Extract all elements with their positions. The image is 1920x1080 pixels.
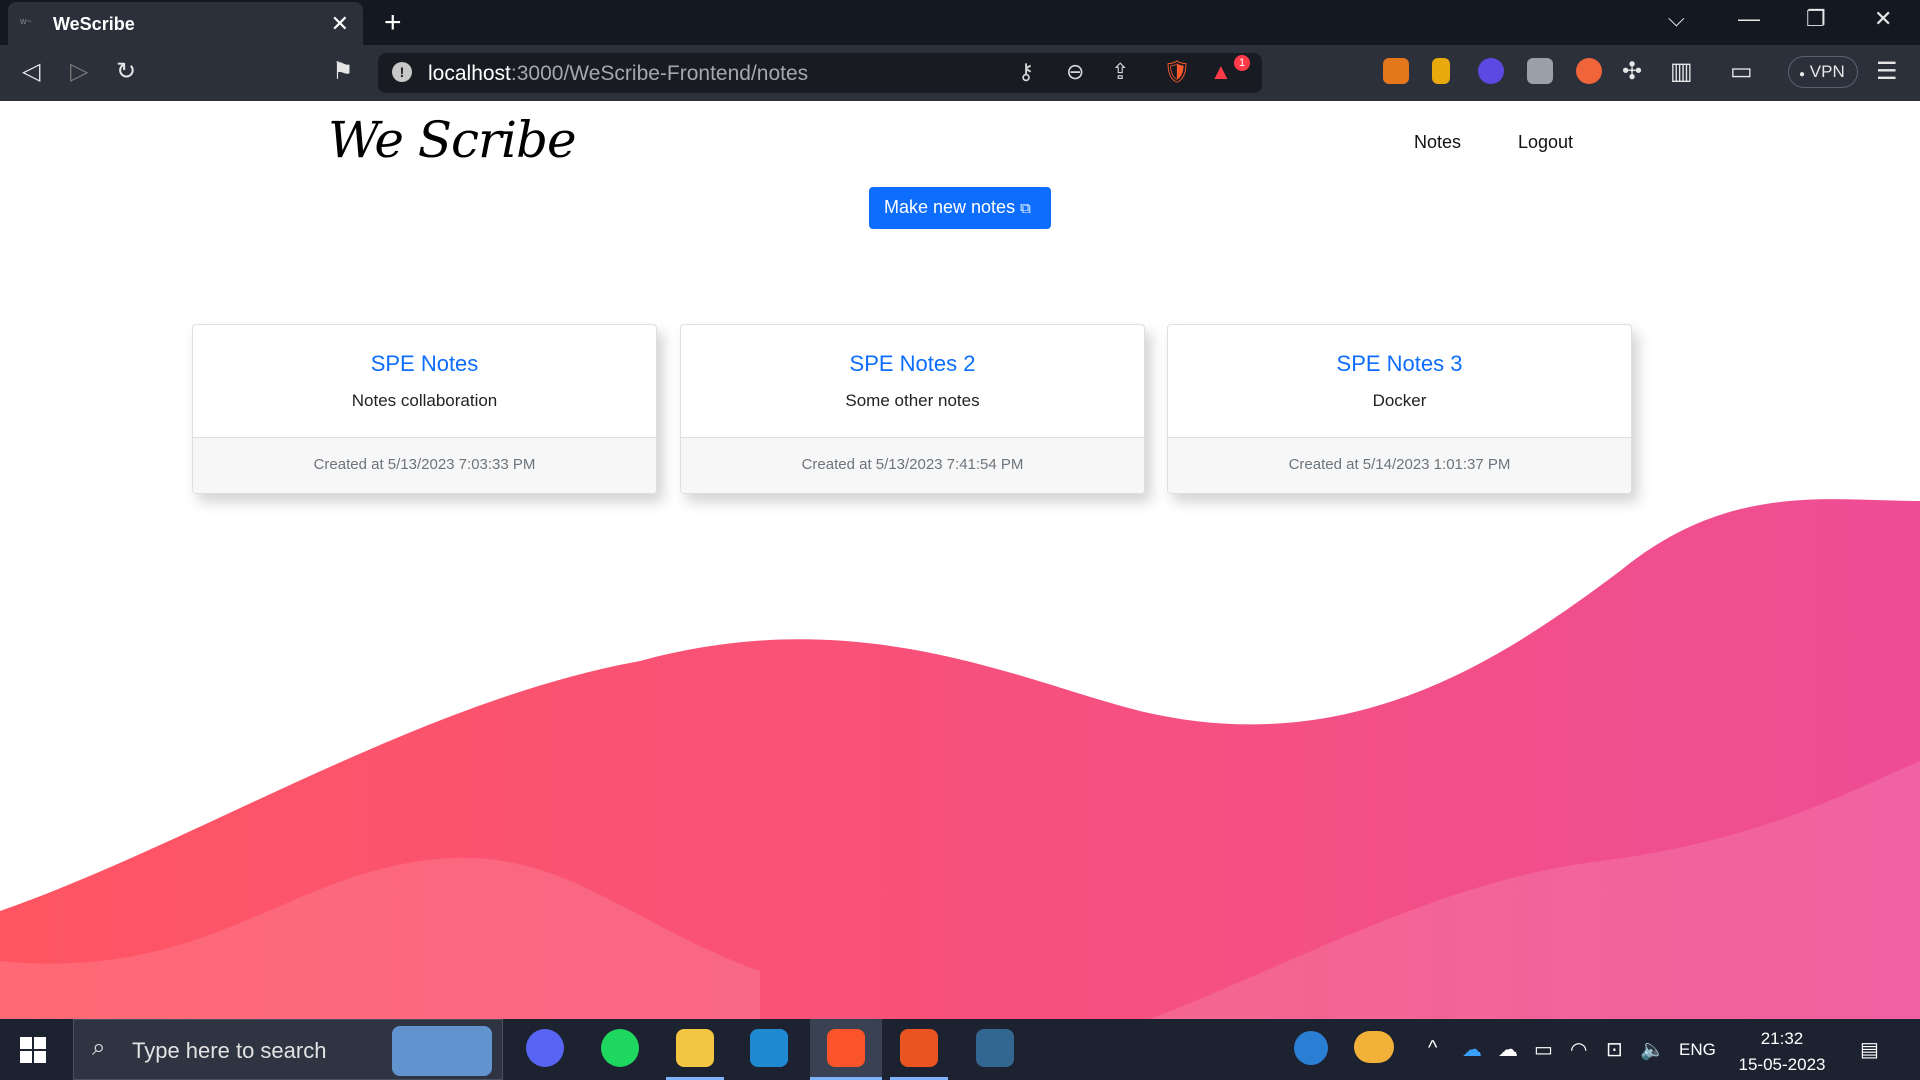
note-title[interactable]: SPE Notes 3 bbox=[1168, 351, 1631, 377]
web-page: We Scribe Notes Logout Make new notes ⧉ … bbox=[0, 101, 1920, 1019]
reload-icon[interactable]: ↻ bbox=[116, 57, 136, 86]
note-title[interactable]: SPE Notes 2 bbox=[681, 351, 1144, 377]
show-hidden-icons-chevron-icon[interactable]: ^ bbox=[1428, 1037, 1437, 1060]
site-info-icon[interactable]: ! bbox=[392, 62, 412, 82]
note-title[interactable]: SPE Notes bbox=[193, 351, 656, 377]
tab-search-chevron-icon[interactable]: ⌵ bbox=[1668, 6, 1685, 32]
new-tab-icon[interactable]: + bbox=[384, 6, 402, 40]
metamask-extension-icon[interactable] bbox=[1383, 58, 1409, 84]
clock-date: 15-05-2023 bbox=[1738, 1055, 1826, 1074]
windows-start-icon[interactable] bbox=[20, 1037, 46, 1063]
note-description: Some other notes bbox=[845, 391, 980, 410]
address-bar[interactable]: ! localhost:3000/WeScribe-Frontend/notes… bbox=[378, 53, 1262, 93]
ubuntu-app-icon[interactable] bbox=[900, 1029, 938, 1067]
discord-app-icon[interactable] bbox=[526, 1029, 564, 1067]
close-tab-icon[interactable]: ✕ bbox=[331, 11, 349, 37]
menu-icon[interactable]: ☰ bbox=[1876, 57, 1898, 86]
extensions-puzzle-icon[interactable]: ✣ bbox=[1622, 57, 1642, 86]
brave-app-icon[interactable] bbox=[827, 1029, 865, 1067]
url-text[interactable]: localhost:3000/WeScribe-Frontend/notes bbox=[428, 62, 808, 86]
note-card[interactable]: SPE Notes Notes collaboration Created at… bbox=[192, 324, 657, 494]
face-extension-icon[interactable] bbox=[1576, 58, 1602, 84]
system-clock[interactable]: 21:32 15-05-2023 bbox=[1732, 1026, 1832, 1078]
windows-taskbar: ⌕ Type here to search ^ ☁ ☁ ▭ ◠ ⊡ 🔈 ENG … bbox=[0, 1019, 1920, 1080]
highlighter-extension-icon[interactable] bbox=[1432, 58, 1450, 84]
image-extension-icon[interactable] bbox=[1527, 58, 1553, 84]
vpn-button[interactable]: ● VPN bbox=[1788, 56, 1858, 88]
file-explorer-app-icon[interactable] bbox=[676, 1029, 714, 1067]
vpn-label: VPN bbox=[1809, 62, 1845, 81]
minimize-icon[interactable]: — bbox=[1738, 6, 1760, 32]
brave-rewards-icon[interactable]: ▲ bbox=[1210, 59, 1232, 85]
url-path: :3000/WeScribe-Frontend/notes bbox=[510, 62, 809, 85]
bookmark-icon[interactable]: ⚑ bbox=[332, 57, 354, 86]
power-status-icon[interactable]: ⊡ bbox=[1606, 1037, 1623, 1062]
volume-icon[interactable]: 🔈 bbox=[1640, 1037, 1665, 1062]
window-close-icon[interactable]: ✕ bbox=[1874, 6, 1892, 32]
nav-notes-link[interactable]: Notes bbox=[1414, 132, 1461, 153]
url-host: localhost bbox=[428, 62, 511, 85]
back-icon[interactable]: ◁ bbox=[22, 57, 40, 86]
note-card[interactable]: SPE Notes 3 Docker Created at 5/14/2023 … bbox=[1167, 324, 1632, 494]
zoom-icon[interactable]: ⊖ bbox=[1066, 59, 1084, 85]
note-created-at: Created at 5/14/2023 1:01:37 PM bbox=[1168, 437, 1631, 493]
notification-badge: 1 bbox=[1234, 55, 1250, 71]
sidebar-icon[interactable]: ▥ bbox=[1670, 57, 1693, 86]
share-icon[interactable]: ⇪ bbox=[1111, 59, 1129, 85]
note-created-at: Created at 5/13/2023 7:03:33 PM bbox=[193, 437, 656, 493]
onedrive-icon[interactable]: ☁ bbox=[1462, 1037, 1482, 1062]
note-card[interactable]: SPE Notes 2 Some other notes Created at … bbox=[680, 324, 1145, 494]
make-new-notes-button[interactable]: Make new notes ⧉ bbox=[869, 187, 1051, 229]
tab-title: WeScribe bbox=[53, 14, 135, 34]
restore-icon[interactable]: ❐ bbox=[1806, 6, 1826, 32]
spotify-app-icon[interactable] bbox=[601, 1029, 639, 1067]
language-indicator[interactable]: ENG bbox=[1679, 1040, 1716, 1060]
decorative-wave bbox=[0, 499, 1920, 1019]
help-icon[interactable] bbox=[1294, 1031, 1328, 1065]
browser-toolbar: ◁ ▷ ↻ ⚑ ! localhost:3000/WeScribe-Fronte… bbox=[0, 45, 1920, 101]
forward-icon[interactable]: ▷ bbox=[70, 57, 88, 86]
note-created-at: Created at 5/13/2023 7:41:54 PM bbox=[681, 437, 1144, 493]
browser-tab-bar: w~ WeScribe ✕ + ⌵ — ❐ ✕ bbox=[0, 0, 1920, 45]
postgresql-app-icon[interactable] bbox=[976, 1029, 1014, 1067]
nav-logout-link[interactable]: Logout bbox=[1518, 132, 1573, 153]
cloud-icon[interactable]: ☁ bbox=[1498, 1037, 1518, 1062]
battery-icon[interactable]: ▭ bbox=[1534, 1037, 1553, 1062]
note-description: Notes collaboration bbox=[351, 391, 498, 410]
chat-extension-icon[interactable] bbox=[1478, 58, 1504, 84]
site-favicon-icon: w~ bbox=[20, 16, 32, 26]
key-icon[interactable]: ⚷ bbox=[1018, 59, 1034, 85]
vscode-app-icon[interactable] bbox=[750, 1029, 788, 1067]
wallet-icon[interactable]: ▭ bbox=[1730, 57, 1753, 86]
brave-shields-icon[interactable]: 🛡 bbox=[1163, 59, 1191, 85]
clock-time: 21:32 bbox=[1760, 1029, 1804, 1048]
note-description: Docker bbox=[1372, 391, 1427, 410]
notification-center-icon[interactable]: ▤ bbox=[1860, 1037, 1879, 1062]
search-highlight-icon bbox=[392, 1026, 492, 1076]
search-icon: ⌕ bbox=[92, 1034, 106, 1061]
wescribe-logo[interactable]: We Scribe bbox=[328, 111, 577, 169]
new-note-icon: ⧉ bbox=[1020, 200, 1031, 217]
browser-tab[interactable]: w~ WeScribe ✕ bbox=[8, 2, 363, 45]
search-placeholder: Type here to search bbox=[132, 1038, 327, 1063]
weather-icon[interactable] bbox=[1354, 1031, 1394, 1063]
wifi-icon[interactable]: ◠ bbox=[1570, 1037, 1587, 1062]
taskbar-search-box[interactable]: ⌕ Type here to search bbox=[73, 1019, 503, 1080]
make-new-notes-label: Make new notes bbox=[884, 197, 1016, 217]
